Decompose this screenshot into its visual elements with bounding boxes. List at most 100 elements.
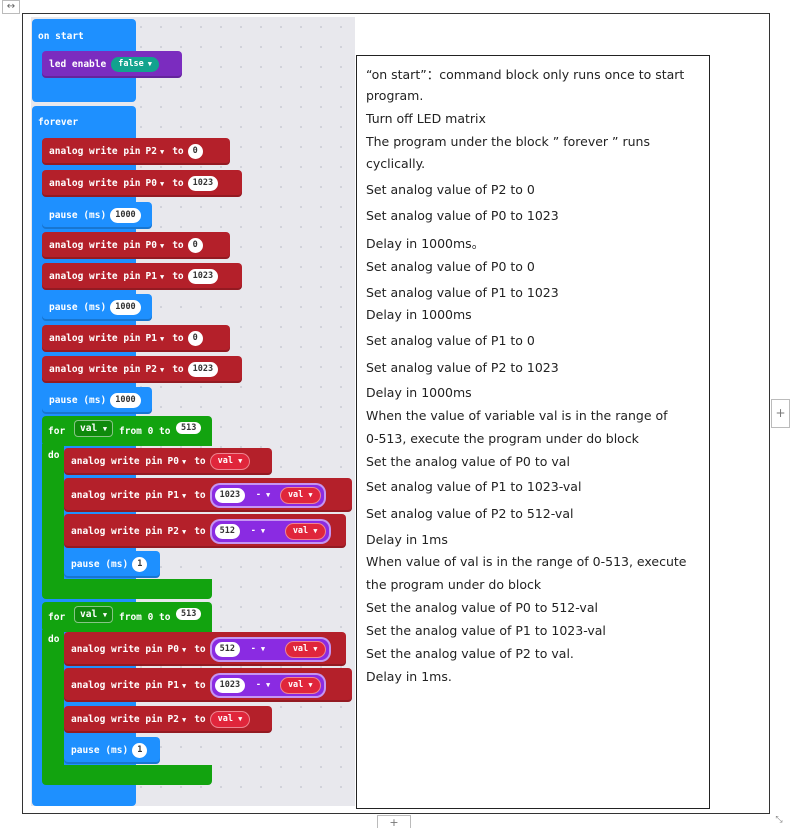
on-start-label: on start — [38, 31, 84, 42]
analog-write-block: analog write pin P1 ▼ to 1023 - ▼ val ▼ — [64, 668, 352, 702]
number-input[interactable]: 512 — [214, 523, 240, 539]
pause-block: pause (ms) 1000 — [42, 387, 152, 414]
note-line: Turn off LED matrix — [366, 111, 486, 126]
note-line: Set analog value of P1 to 1023-val — [366, 479, 582, 494]
note-line: Set analog value of P1 to 0 — [366, 333, 535, 348]
pause-input[interactable]: 1000 — [110, 300, 141, 315]
for-label: for — [48, 426, 66, 437]
val-variable[interactable]: val ▼ — [279, 676, 321, 694]
subtraction-block: 512 - ▼ val ▼ — [209, 636, 331, 662]
val-variable[interactable]: val ▼ — [209, 711, 251, 728]
note-line: Delay in 1ms. — [366, 669, 452, 684]
pause-input[interactable]: 1000 — [110, 393, 141, 408]
pin-dropdown[interactable]: P0 ▼ — [168, 456, 187, 467]
value-input[interactable]: 0 — [187, 331, 203, 346]
analog-write-block: analog write pin P0 ▼ to val ▼ — [64, 448, 272, 475]
note-line: Set analog value of P0 to 1023 — [366, 208, 559, 223]
value-input[interactable]: 0 — [187, 238, 203, 253]
pin-dropdown[interactable]: P2 ▼ — [168, 526, 187, 537]
analog-write-block: analog write pin P0 ▼ to 0 — [42, 232, 230, 259]
pause-block: pause (ms) 1000 — [42, 294, 152, 321]
pause-block: pause (ms) 1 — [64, 551, 160, 578]
loop-variable-dropdown[interactable]: val ▼ — [74, 420, 114, 437]
note-line: Set the analog value of P2 to val. — [366, 646, 574, 661]
note-line: Set analog value of P2 to 512-val — [366, 506, 574, 521]
analog-write-block: analog write pin P2 ▼ to 1023 — [42, 356, 242, 383]
value-input[interactable]: 1023 — [187, 176, 219, 191]
loop-end-input[interactable]: 513 — [176, 608, 202, 620]
from-label: from 0 to — [119, 426, 171, 437]
note-line: Delay in 1000ms — [366, 307, 472, 322]
for-label: for — [48, 612, 66, 623]
pin-dropdown[interactable]: P0 ▼ — [168, 644, 187, 655]
subtraction-block: 512 - ▼ val ▼ — [209, 518, 331, 544]
value-input[interactable]: 1023 — [187, 362, 219, 377]
note-line: Set the analog value of P1 to 1023-val — [366, 623, 606, 638]
table-move-handle[interactable]: ↔ — [2, 0, 20, 14]
analog-write-block: analog write pin P2 ▼ to 512 - ▼ val ▼ — [64, 514, 346, 548]
pause-block: pause (ms) 1000 — [42, 202, 152, 229]
pause-block: pause (ms) 1 — [64, 737, 160, 764]
led-enable-block: led enable false ▼ — [42, 51, 182, 78]
note-line: Delay in 1ms — [366, 532, 448, 547]
note-line: Delay in 1000ms。 — [366, 236, 485, 251]
add-column-button[interactable]: + — [771, 399, 790, 428]
pin-dropdown[interactable]: P1 ▼ — [146, 271, 165, 282]
do-label: do — [48, 450, 60, 461]
add-row-button[interactable]: + — [377, 815, 411, 829]
val-variable[interactable]: val ▼ — [209, 453, 251, 470]
val-variable[interactable]: val ▼ — [284, 522, 326, 540]
false-dropdown[interactable]: false ▼ — [111, 57, 160, 72]
analog-write-block: analog write pin P1 ▼ to 0 — [42, 325, 230, 352]
pause-input[interactable]: 1000 — [110, 208, 141, 223]
for-loop-body-rail — [42, 630, 64, 770]
analog-write-block: analog write pin P1 ▼ to 1023 - ▼ val ▼ — [64, 478, 352, 512]
note-line: When the value of variable val is in the… — [366, 408, 668, 423]
note-line: Set the analog value of P0 to 512-val — [366, 600, 598, 615]
from-label: from 0 to — [119, 612, 171, 623]
analog-write-block: analog write pin P2 ▼ to val ▼ — [64, 706, 272, 733]
analog-write-block: analog write pin P0 ▼ to 1023 — [42, 170, 242, 197]
val-variable[interactable]: val ▼ — [284, 640, 326, 658]
pin-dropdown[interactable]: P1 ▼ — [168, 680, 187, 691]
note-line: Set analog value of P2 to 0 — [366, 182, 535, 197]
note-line: When value of val is in the range of 0-5… — [366, 554, 687, 569]
do-label: do — [48, 634, 60, 645]
pin-dropdown[interactable]: P0 ▼ — [146, 178, 165, 189]
forever-label: forever — [38, 117, 79, 128]
pin-dropdown[interactable]: P1 ▼ — [168, 490, 187, 501]
number-input[interactable]: 1023 — [214, 677, 246, 693]
note-line: Delay in 1000ms — [366, 385, 472, 400]
note-line: program. — [366, 88, 424, 103]
value-input[interactable]: 1023 — [187, 269, 219, 284]
resize-handle-icon[interactable]: ⤡ — [772, 815, 786, 827]
pin-dropdown[interactable]: P2 ▼ — [146, 364, 165, 375]
note-line: 0-513, execute the program under do bloc… — [366, 431, 639, 446]
pause-input[interactable]: 1 — [132, 743, 148, 758]
loop-variable-dropdown[interactable]: val ▼ — [74, 606, 114, 623]
subtraction-block: 1023 - ▼ val ▼ — [209, 672, 326, 698]
number-input[interactable]: 512 — [214, 641, 240, 657]
pin-dropdown[interactable]: P0 ▼ — [146, 240, 165, 251]
note-line: Set the analog value of P0 to val — [366, 454, 570, 469]
subtraction-block: 1023 - ▼ val ▼ — [209, 482, 326, 508]
for-loop-body-rail — [42, 444, 64, 584]
note-line: The program under the block ” forever ” … — [366, 134, 650, 149]
loop-end-input[interactable]: 513 — [176, 422, 202, 434]
pause-input[interactable]: 1 — [132, 557, 148, 572]
note-line: Set analog value of P1 to 1023 — [366, 285, 559, 300]
value-input[interactable]: 0 — [187, 144, 203, 159]
pin-dropdown[interactable]: P2 ▼ — [168, 714, 187, 725]
analog-write-block: analog write pin P2 ▼ to 0 — [42, 138, 230, 165]
pin-dropdown[interactable]: P1 ▼ — [146, 333, 165, 344]
led-enable-label: led enable — [49, 59, 107, 70]
note-line: the program under do block — [366, 577, 542, 592]
note-line: Set analog value of P2 to 1023 — [366, 360, 559, 375]
note-line: Set analog value of P0 to 0 — [366, 259, 535, 274]
note-line: “on start”：command block only runs once … — [366, 67, 685, 82]
number-input[interactable]: 1023 — [214, 487, 246, 503]
pin-dropdown[interactable]: P2 ▼ — [146, 146, 165, 157]
val-variable[interactable]: val ▼ — [279, 486, 321, 504]
analog-write-block: analog write pin P1 ▼ to 1023 — [42, 263, 242, 290]
note-line: cyclically. — [366, 156, 426, 171]
